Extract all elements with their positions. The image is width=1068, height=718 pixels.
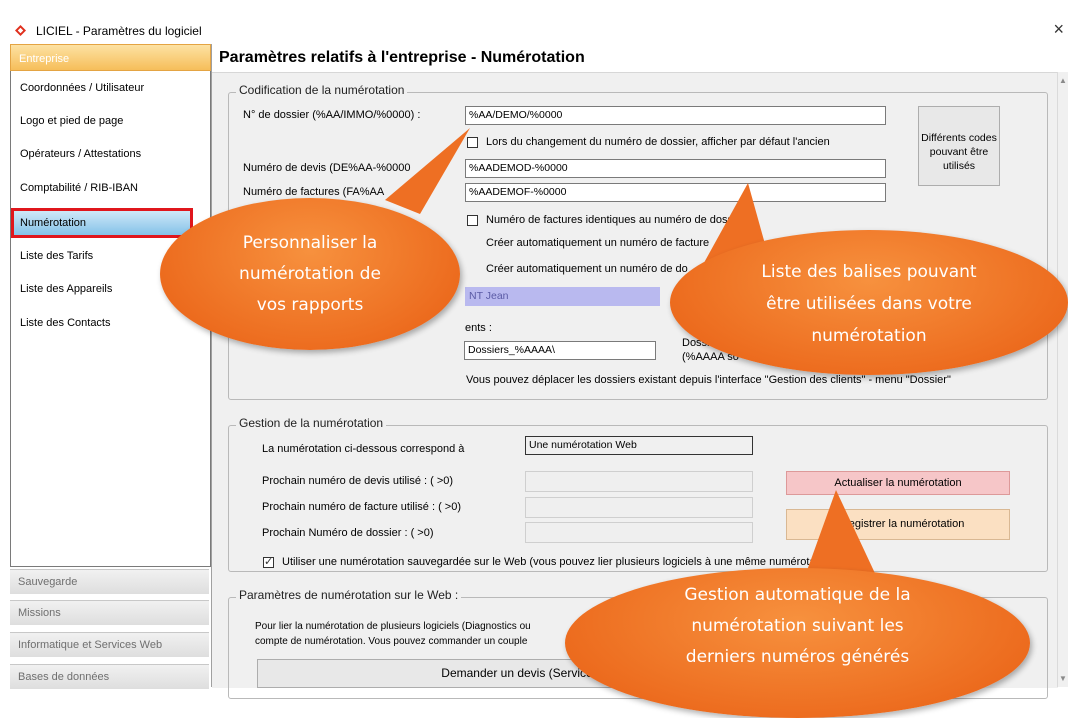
callout-gestion-auto: Gestion automatique de la numérotation s…: [565, 568, 1030, 718]
callout-tail-1: [385, 128, 470, 214]
callout-personnaliser: Personnaliser la numérotation de vos rap…: [160, 198, 460, 350]
settings-window: LICIEL - Paramètres du logiciel × Entrep…: [0, 0, 1068, 718]
callout-balises: Liste des balises pouvant être utilisées…: [670, 230, 1068, 375]
